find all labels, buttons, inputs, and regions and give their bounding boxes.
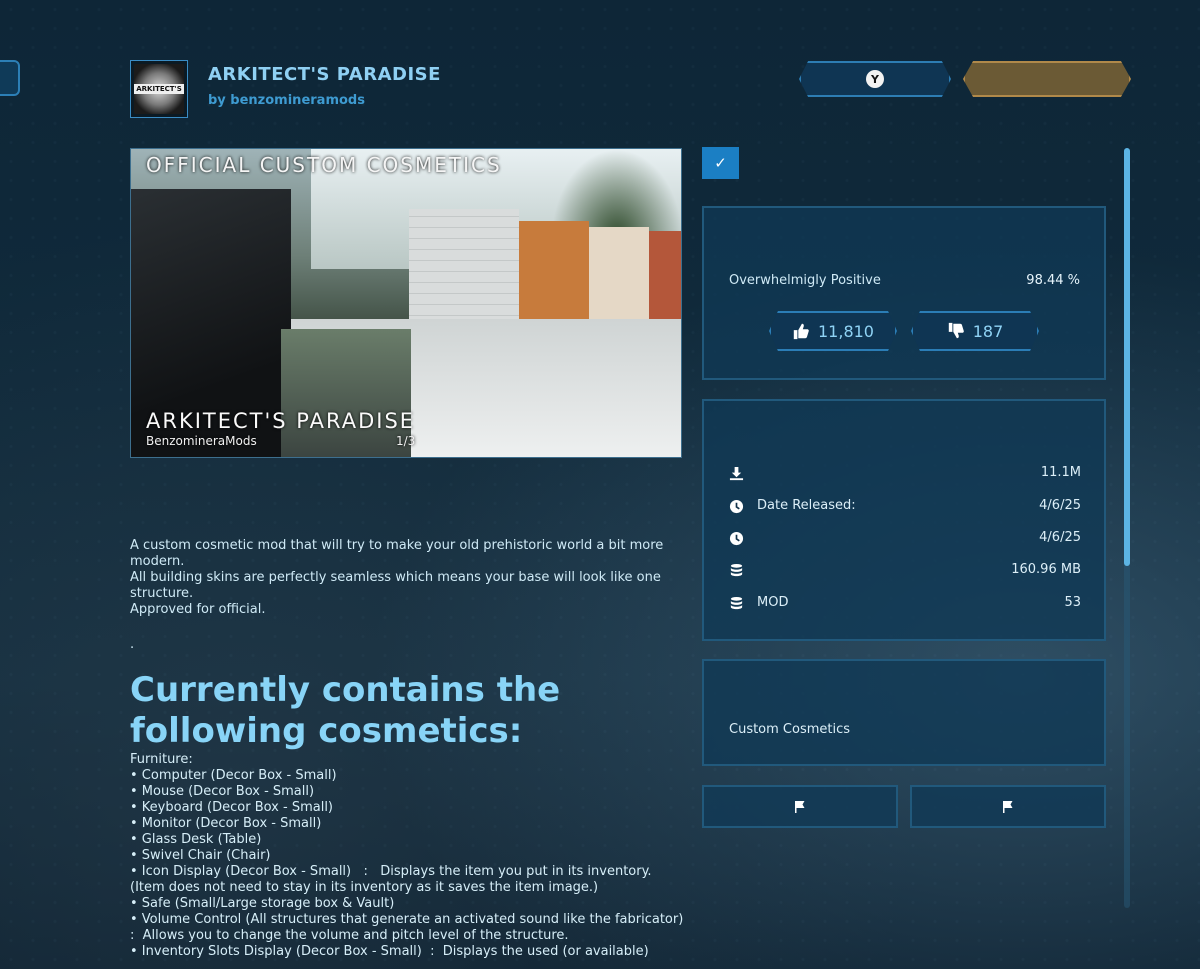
cosmetics-list: Furniture: • Computer (Decor Box - Small… xyxy=(130,752,690,960)
list-item: • Mouse (Decor Box - Small) xyxy=(130,784,315,799)
contents-heading: Currently contains the following cosmeti… xyxy=(130,670,561,751)
list-item: • Glass Desk (Table) xyxy=(130,832,262,847)
thumbs-down-icon xyxy=(948,322,964,339)
mod-description: A custom cosmetic mod that will try to m… xyxy=(130,538,690,618)
info-value: 53 xyxy=(1064,595,1081,610)
description-line: A custom cosmetic mod that will try to m… xyxy=(130,538,664,569)
logo-text: ARKITECT'S xyxy=(134,84,184,94)
list-item: • Computer (Decor Box - Small) xyxy=(130,768,337,783)
info-value: 4/6/25 xyxy=(1039,498,1081,513)
list-item: • Swivel Chair (Chair) xyxy=(130,848,271,863)
scrollbar-thumb[interactable] xyxy=(1124,148,1130,566)
category-tag[interactable]: Custom Cosmetics xyxy=(729,722,850,737)
list-item: • Volume Control (All structures that ge… xyxy=(130,912,692,943)
clock-icon xyxy=(729,531,744,546)
list-item: • Monitor (Decor Box - Small) xyxy=(130,816,322,831)
description-line: All building skins are perfectly seamles… xyxy=(130,570,661,601)
database-icon xyxy=(730,563,743,577)
database-icon xyxy=(730,596,743,610)
list-item: • Icon Display (Decor Box - Small) : Dis… xyxy=(130,864,656,895)
list-item: • Inventory Slots Display (Decor Box - S… xyxy=(130,944,649,959)
preview-brick-wall xyxy=(649,231,681,331)
info-row-updated: 4/6/25 xyxy=(729,530,1081,548)
info-label: MOD xyxy=(757,595,789,610)
description-separator: . xyxy=(130,637,135,652)
upvote-button[interactable]: 11,810 xyxy=(769,311,897,351)
mod-author-link[interactable]: by benzomineramods xyxy=(208,93,365,108)
info-value: 4/6/25 xyxy=(1039,530,1081,545)
rating-label: Overwhelmigly Positive xyxy=(729,273,881,288)
clock-icon xyxy=(729,499,744,514)
flag-icon xyxy=(1003,800,1013,813)
rating-percent: 98.44 % xyxy=(1026,273,1080,288)
checkmark-icon: ✓ xyxy=(714,154,727,172)
flag-icon xyxy=(795,800,805,813)
list-item: • Keyboard (Decor Box - Small) xyxy=(130,800,333,815)
tags-panel xyxy=(702,659,1106,766)
mod-title: ARKITECT'S PARADISE xyxy=(208,64,441,85)
upvote-count: 11,810 xyxy=(818,321,874,341)
subscribe-button[interactable] xyxy=(963,61,1131,97)
list-item: Furniture: xyxy=(130,752,193,767)
preview-image[interactable]: OFFICIAL CUSTOM COSMETICS ARKITECT'S PAR… xyxy=(130,148,682,458)
info-row-size: 160.96 MB xyxy=(729,562,1081,580)
list-item: • Safe (Small/Large storage box & Vault) xyxy=(130,896,395,911)
report-button[interactable] xyxy=(702,785,898,828)
back-tab[interactable] xyxy=(0,60,20,96)
downvote-button[interactable]: 187 xyxy=(911,311,1039,351)
info-value: 11.1M xyxy=(1040,465,1081,480)
preview-overlay-author: BenzomineraMods xyxy=(146,434,257,448)
download-icon xyxy=(729,466,744,481)
info-row-downloads: 11.1M xyxy=(729,465,1081,483)
mod-logo: ARKITECT'S xyxy=(130,60,188,118)
info-value: 160.96 MB xyxy=(1011,562,1081,577)
rating-panel xyxy=(702,206,1106,380)
description-line: Approved for official. xyxy=(130,602,266,617)
info-row-released: Date Released: 4/6/25 xyxy=(729,498,1081,516)
info-label: Date Released: xyxy=(757,498,856,513)
preview-overlay-top: OFFICIAL CUSTOM COSMETICS xyxy=(146,153,502,177)
y-button-badge: Y xyxy=(866,70,884,88)
preview-overlay-title: ARKITECT'S PARADISE xyxy=(146,409,416,433)
preview-pool xyxy=(281,329,411,457)
report-button-secondary[interactable] xyxy=(910,785,1106,828)
installed-checkbox[interactable]: ✓ xyxy=(702,147,739,179)
y-action-button[interactable]: Y xyxy=(799,61,951,97)
info-row-mod-id: MOD 53 xyxy=(729,595,1081,613)
preview-counter: 1/3 xyxy=(396,434,416,448)
thumbs-up-icon xyxy=(793,323,809,340)
downvote-count: 187 xyxy=(972,321,1004,341)
